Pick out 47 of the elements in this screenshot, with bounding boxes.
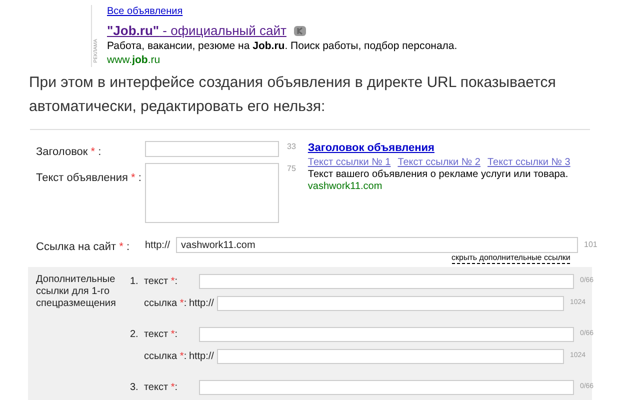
close-icon[interactable] — [294, 26, 306, 36]
ad-text: Работа, вакансии, резюме на Job.ru. Поиск работы, подбор персонала. — [107, 39, 458, 53]
title-input[interactable] — [145, 141, 279, 157]
required-mark: * — [170, 382, 175, 393]
required-mark: * — [180, 351, 184, 362]
field-label: текст *: — [144, 328, 179, 342]
ad-title-link[interactable]: "Job.ru" - официальный сайт — [107, 23, 286, 39]
required-mark: * — [119, 241, 124, 253]
required-mark: * — [170, 276, 175, 287]
link-text-input[interactable] — [198, 380, 574, 395]
preview-text: Текст вашего объявления о рекламе услуги или товара. — [308, 169, 570, 181]
link-url-input[interactable] — [216, 296, 564, 311]
char-counter: 75 — [287, 163, 296, 175]
required-mark: * — [90, 146, 96, 158]
url-prefix: http:// — [188, 350, 215, 364]
field-label: текст *: — [144, 275, 179, 289]
url-prefix: http:// — [145, 238, 170, 252]
field-label: ссылка *: — [144, 297, 188, 311]
link-text-input[interactable] — [198, 274, 574, 289]
item-number: 3. — [130, 381, 140, 395]
char-counter: 33 — [287, 141, 296, 153]
preview-link[interactable]: Текст ссылки № 3 — [488, 157, 570, 169]
url-prefix: http:// — [188, 297, 215, 311]
field-label: текст *: — [144, 381, 179, 395]
hide-links-link[interactable]: скрыть дополнительные ссылки — [452, 253, 570, 264]
extra-links-label: Дополнительные ссылки для 1-го спецразмещения — [36, 274, 116, 311]
item-number: 2. — [130, 328, 140, 342]
paragraph: При этом в интерфейсе создания объявления в директе URL показывается автоматически, редактировать его нельзя: — [29, 73, 557, 117]
item-number: 1. — [130, 275, 140, 289]
field-label: Текст объявления * : — [36, 170, 142, 186]
link-url-input[interactable] — [216, 349, 564, 364]
url-input[interactable]: vashwork11.com — [176, 237, 578, 253]
preview-link[interactable]: Текст ссылки № 2 — [398, 157, 480, 169]
link-text-input[interactable] — [198, 327, 574, 342]
field-label: ссылка *: — [144, 350, 188, 364]
required-mark: * — [180, 298, 184, 309]
char-counter: 101 — [584, 239, 598, 251]
preview-link[interactable]: Текст ссылки № 1 — [308, 157, 391, 169]
field-label: Заголовок * : — [36, 145, 102, 160]
required-mark: * — [131, 172, 136, 184]
all-ads-link[interactable]: Все объявления — [107, 5, 458, 19]
ad-url: www.job.ru — [107, 53, 162, 67]
preview-title-link[interactable]: Заголовок объявления — [308, 142, 570, 154]
required-mark: * — [170, 329, 175, 340]
field-label: Ссылка на сайт * : — [36, 240, 131, 255]
preview-url: vashwork11.com — [308, 181, 384, 193]
text-input[interactable] — [145, 163, 279, 223]
